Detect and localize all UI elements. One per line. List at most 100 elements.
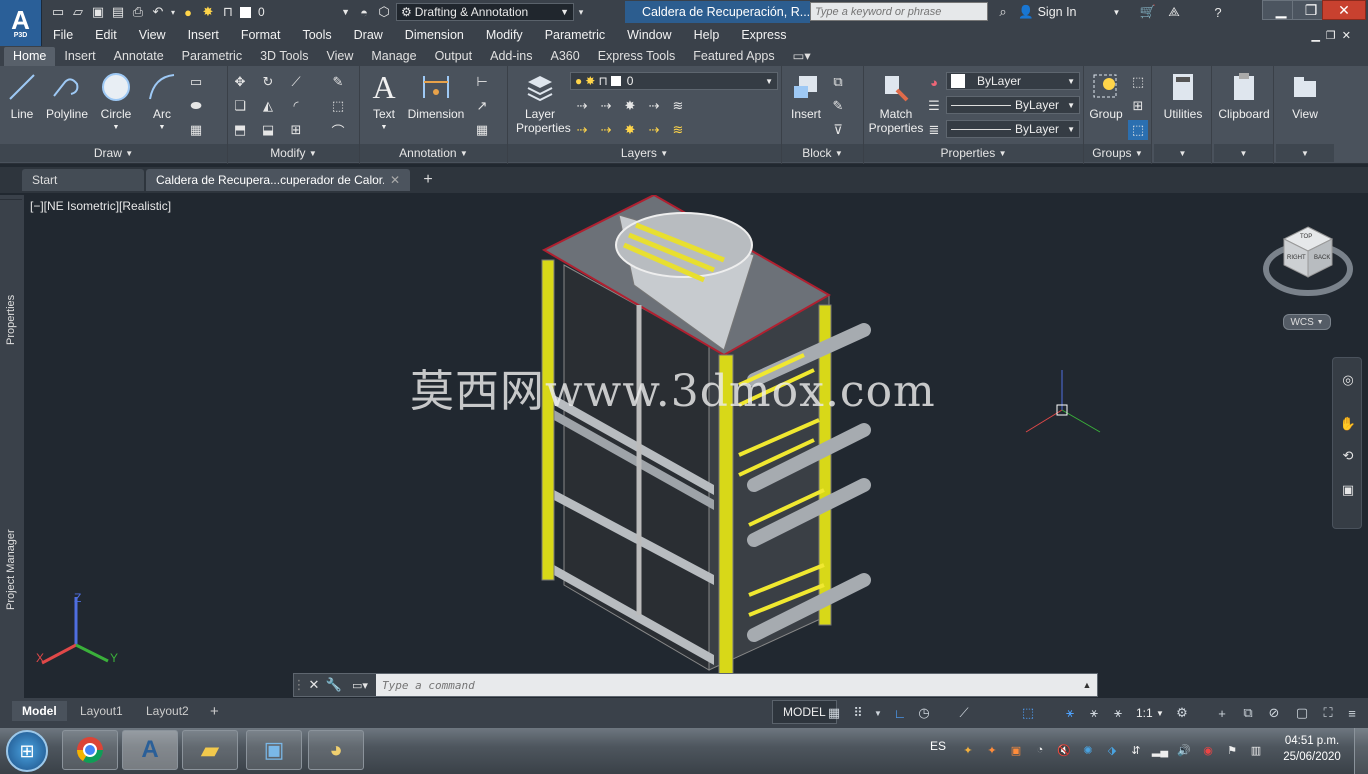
menu-item-insert[interactable]: Insert <box>177 28 230 42</box>
autocad-taskbar-button[interactable]: A <box>122 730 178 770</box>
layer-tool-10-icon[interactable]: ≋ <box>668 120 688 140</box>
trim-icon[interactable]: ⟋ <box>286 72 306 92</box>
save-as-icon[interactable]: ▤ <box>108 3 128 21</box>
table-icon[interactable]: ▦ <box>472 120 492 140</box>
language-indicator[interactable]: ES <box>930 739 946 753</box>
annotation-panel-label[interactable]: Annotation ▼ <box>360 144 507 162</box>
menu-item-draw[interactable]: Draw <box>343 28 394 42</box>
line-button[interactable]: Line <box>4 70 40 121</box>
rectangle-icon[interactable]: ▭ <box>186 72 206 92</box>
stretch-icon[interactable]: ⬒ <box>230 120 250 140</box>
layer-tool-1-icon[interactable]: ⇢ <box>572 96 592 116</box>
gradient-icon[interactable]: ▦ <box>186 120 206 140</box>
menu-item-edit[interactable]: Edit <box>84 28 128 42</box>
utilities-panel-label[interactable]: ▼ <box>1154 144 1211 162</box>
menu-item-view[interactable]: View <box>128 28 177 42</box>
wcs-dropdown[interactable]: WCS ▼ <box>1283 314 1331 330</box>
tray-icon-2[interactable]: ✦ <box>984 742 1000 758</box>
menu-item-dimension[interactable]: Dimension <box>394 28 475 42</box>
ribbon-tab-home[interactable]: Home <box>4 47 56 66</box>
show-desktop-button[interactable] <box>1354 728 1368 774</box>
ribbon-tab-express-tools[interactable]: Express Tools <box>589 47 685 66</box>
view-button[interactable]: View <box>1280 70 1330 121</box>
layer-tool-5-icon[interactable]: ≋ <box>668 96 688 116</box>
customize-menu-icon[interactable]: ≡ <box>1342 703 1362 723</box>
layer-combo[interactable]: 0 ▼ <box>254 3 354 21</box>
tray-icon-3[interactable]: ▣ <box>1008 742 1024 758</box>
hatch-icon[interactable]: ⬬ <box>186 96 206 116</box>
steering-wheel-icon[interactable]: ◎ <box>1338 370 1358 390</box>
close-window-button[interactable]: ✕ <box>1322 0 1366 20</box>
search-input[interactable] <box>811 3 981 20</box>
block-attributes-icon[interactable]: ⊽ <box>828 120 848 140</box>
fillet-icon[interactable]: ◜ <box>286 96 306 116</box>
image-viewer-taskbar-button[interactable]: ▣ <box>246 730 302 770</box>
modify-panel-label[interactable]: Modify ▼ <box>228 144 359 162</box>
layout-tab-model[interactable]: Model <box>12 701 67 721</box>
ungroup-icon[interactable]: ⬚ <box>1128 72 1148 92</box>
rotate-icon[interactable]: ↻ <box>258 72 278 92</box>
ribbon-tab-insert[interactable]: Insert <box>55 47 104 66</box>
block-panel-label[interactable]: Block ▼ <box>782 144 863 162</box>
layer-tool-3-icon[interactable]: ✸ <box>620 96 640 116</box>
menu-item-window[interactable]: Window <box>616 28 682 42</box>
app-menu-button[interactable]: A P3D <box>0 0 42 46</box>
binoculars-icon[interactable]: ⌕ <box>993 3 1013 21</box>
fullscreen-icon[interactable]: ⛶ <box>1318 703 1338 723</box>
pan-hand-icon[interactable]: ✋ <box>1338 414 1358 434</box>
ortho-icon[interactable]: ∟ <box>890 703 910 723</box>
leader-icon[interactable]: ↗ <box>472 96 492 116</box>
erase-icon[interactable]: ✎ <box>328 72 348 92</box>
linear-dim-icon[interactable]: ⊢ <box>472 72 492 92</box>
tray-icon-4[interactable]: ◔ <box>1032 742 1048 758</box>
menu-item-format[interactable]: Format <box>230 28 292 42</box>
clean-screen-icon[interactable]: ▢ <box>1292 703 1312 723</box>
command-history-icon[interactable]: ▲ <box>1077 674 1097 696</box>
doc-window-controls[interactable]: ▁❐✕ <box>1300 29 1368 42</box>
viewport-controls-label[interactable]: [−][NE Isometric][Realistic] <box>30 199 171 213</box>
viewcube[interactable]: TOP RIGHT BACK <box>1262 223 1354 303</box>
dropbox-icon[interactable]: ⬗ <box>1104 742 1120 758</box>
grid-icon[interactable]: ▦ <box>824 703 844 723</box>
grip-icon[interactable]: ⋮ <box>293 675 306 695</box>
auto-scale-icon[interactable]: ⚹ <box>1084 703 1104 723</box>
explorer-taskbar-button[interactable]: ▰ <box>182 730 238 770</box>
menu-item-file[interactable]: File <box>42 28 84 42</box>
open-folder-icon[interactable]: ▱ <box>68 3 88 21</box>
isolate-icon[interactable]: ⧉ <box>1238 703 1258 723</box>
hardware-accel-icon[interactable]: ⊘ <box>1264 703 1284 723</box>
menu-item-parametric[interactable]: Parametric <box>534 28 616 42</box>
layer-tool-7-icon[interactable]: ⇢ <box>596 120 616 140</box>
volume-icon[interactable]: 🔊 <box>1176 742 1192 758</box>
wrench-icon[interactable]: 🔧 <box>324 675 344 695</box>
tray-icon-13[interactable]: ▥ <box>1248 742 1264 758</box>
annotation-visibility-icon[interactable]: ⚹ <box>1060 703 1080 723</box>
workspace-gear-icon[interactable]: ⚙ <box>1172 703 1192 723</box>
plus-icon[interactable]: + <box>1212 703 1232 723</box>
undo-dropdown-icon[interactable]: ▾ <box>168 3 178 21</box>
annotation-scale-dropdown[interactable]: 1:1 ▼ <box>1126 703 1174 723</box>
layout-tab-layout1[interactable]: Layout1 <box>70 701 133 721</box>
edit-block-icon[interactable]: ✎ <box>828 96 848 116</box>
ribbon-tab-featured-apps[interactable]: Featured Apps <box>684 47 783 66</box>
create-block-icon[interactable]: ⧉ <box>828 72 848 92</box>
clipboard-panel-label[interactable]: ▼ <box>1214 144 1273 162</box>
layer-tool-4-icon[interactable]: ⇢ <box>644 96 664 116</box>
utilities-button[interactable]: Utilities <box>1158 70 1208 121</box>
text-button[interactable]: A Text ▼ <box>366 70 402 135</box>
ribbon-tab-3d-tools[interactable]: 3D Tools <box>251 47 317 66</box>
clipboard-button[interactable]: Clipboard <box>1216 70 1272 121</box>
layout-tab-layout2[interactable]: Layout2 <box>136 701 199 721</box>
menu-item-modify[interactable]: Modify <box>475 28 534 42</box>
chrome-taskbar-button[interactable] <box>62 730 118 770</box>
chevron-down-icon[interactable]: ▼ <box>868 703 888 723</box>
command-prompt-icon[interactable]: ▭▾ <box>344 675 376 695</box>
ribbon-tab-add-ins[interactable]: Add-ins <box>481 47 541 66</box>
draw-panel-label[interactable]: Draw ▼ <box>0 144 227 162</box>
ribbon-tab-output[interactable]: Output <box>426 47 482 66</box>
mirror-icon[interactable]: ◭ <box>258 96 278 116</box>
start-button[interactable]: ⊞ <box>6 730 48 772</box>
group-button[interactable]: Group <box>1086 70 1126 121</box>
layer-tool-8-icon[interactable]: ✸ <box>620 120 640 140</box>
insert-button[interactable]: Insert <box>786 70 826 121</box>
